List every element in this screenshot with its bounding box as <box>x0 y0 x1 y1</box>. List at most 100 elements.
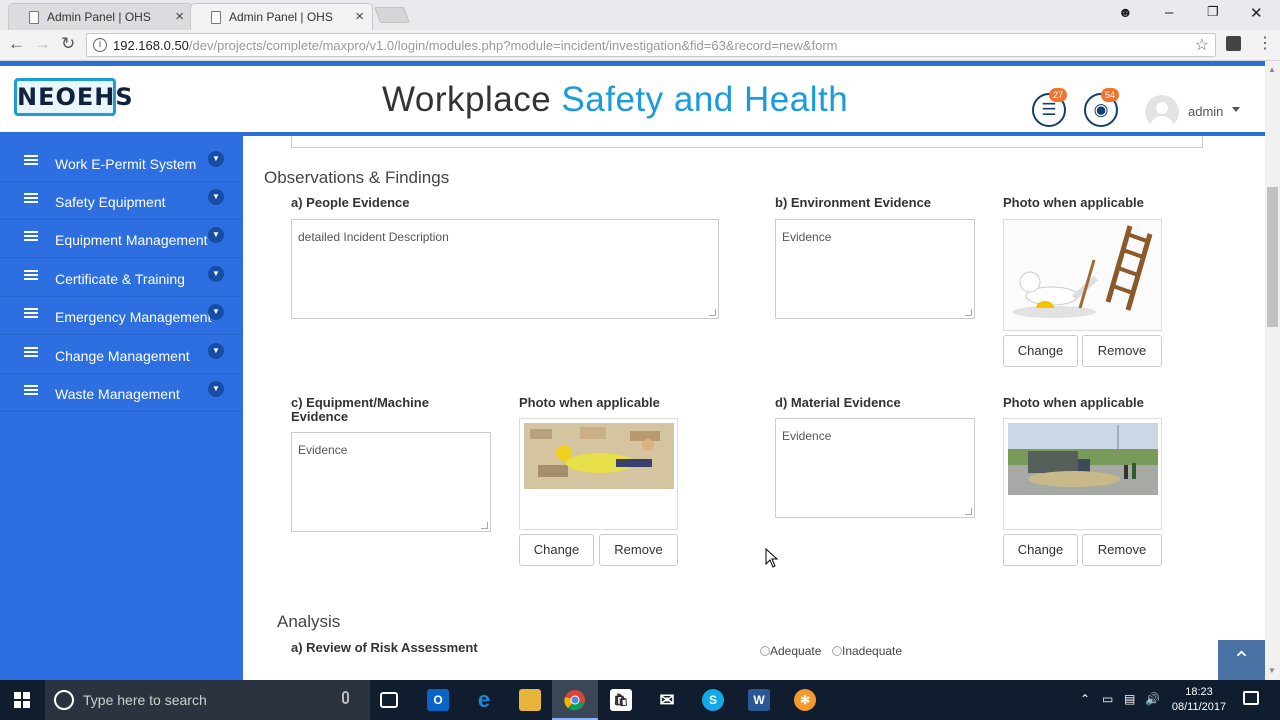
sidebar: Work E-Permit System ▼ Safety Equipment … <box>0 132 243 680</box>
chevron-down-icon[interactable]: ▼ <box>208 189 224 205</box>
extension-icon[interactable] <box>1226 36 1241 51</box>
chrome-taskbar-item[interactable] <box>552 680 598 720</box>
sidebar-item-certificate-training[interactable]: Certificate & Training ▼ <box>0 259 243 297</box>
equipment-change-button[interactable]: Change <box>519 534 594 566</box>
material-change-button[interactable]: Change <box>1003 534 1078 566</box>
equipment-evidence-label: c) Equipment/Machine Evidence <box>291 395 429 424</box>
back-to-top-button[interactable]: ⌃ <box>1218 640 1265 680</box>
windows-start-icon[interactable] <box>14 692 30 708</box>
store-icon[interactable]: 🛍 <box>610 689 632 711</box>
sidebar-item-label: Certificate & Training <box>55 271 185 287</box>
chevron-down-icon[interactable]: ▼ <box>208 381 224 397</box>
radio-label: Inadequate <box>842 644 903 658</box>
info-icon[interactable]: i <box>93 38 107 52</box>
material-remove-button[interactable]: Remove <box>1082 534 1162 566</box>
mail-icon[interactable]: ✉ <box>656 689 678 711</box>
forward-icon[interactable]: → <box>34 34 51 54</box>
chevron-down-icon[interactable] <box>1232 107 1240 112</box>
radio-circle-icon[interactable] <box>760 646 770 656</box>
close-tab-icon[interactable]: × <box>355 8 364 25</box>
close-window-icon[interactable]: ✕ <box>1250 4 1263 22</box>
word-icon[interactable]: W <box>748 689 770 711</box>
scroll-up-icon[interactable]: ▲ <box>1268 65 1276 74</box>
scroll-down-icon[interactable]: ▼ <box>1268 666 1276 675</box>
chevron-down-icon[interactable]: ▼ <box>208 266 224 282</box>
globe-badge: 54 <box>1101 88 1119 102</box>
taskbar-clock[interactable]: 18:23 08/11/2017 <box>1170 685 1228 715</box>
bookmark-star-icon[interactable]: ☆ <box>1195 35 1209 55</box>
back-icon[interactable]: ← <box>8 34 25 54</box>
title-part-1: Workplace <box>382 80 562 119</box>
people-evidence-field[interactable]: detailed Incident Description <box>291 219 719 319</box>
task-view-icon[interactable] <box>380 692 398 708</box>
risk-assessment-label: a) Review of Risk Assessment <box>291 640 478 655</box>
sidebar-item-label: Emergency Management <box>55 309 212 325</box>
page-title: Workplace Safety and Health <box>382 80 848 120</box>
avatar[interactable] <box>1145 95 1179 129</box>
taskbar-search[interactable]: Type here to search <box>45 680 370 720</box>
minimize-icon[interactable]: – <box>1165 4 1173 21</box>
address-bar[interactable]: i 192.168.0.50/dev/projects/complete/max… <box>86 33 1216 57</box>
sidebar-item-label: Waste Management <box>55 386 180 402</box>
radio-circle-icon[interactable] <box>832 646 842 656</box>
scrollbar-thumb[interactable] <box>1267 187 1278 327</box>
browser-tab-2[interactable]: Admin Panel | OHS × <box>190 3 373 30</box>
edge-icon[interactable]: e <box>473 689 495 711</box>
equipment-evidence-field[interactable]: Evidence <box>291 432 491 532</box>
network-icon[interactable]: ▤ <box>1124 692 1135 706</box>
sidebar-item-emergency-management[interactable]: Emergency Management ▼ <box>0 297 243 335</box>
sidebar-item-work-e-permit[interactable]: Work E-Permit System ▼ <box>0 144 243 182</box>
material-photo <box>1003 418 1162 530</box>
battery-icon[interactable]: ▭ <box>1102 692 1113 706</box>
radio-label: Adequate <box>770 644 822 658</box>
windows-taskbar: Type here to search O e 🛍 ✉ S W ✻ ⌃ ▭ ▤ … <box>0 680 1280 720</box>
sidebar-item-equipment-management[interactable]: Equipment Management ▼ <box>0 220 243 258</box>
sidebar-item-change-management[interactable]: Change Management ▼ <box>0 336 243 374</box>
material-evidence-label: d) Material Evidence <box>775 395 901 410</box>
taskbar-search-placeholder: Type here to search <box>83 692 207 708</box>
injured-worker-image <box>520 419 677 529</box>
chevron-down-icon[interactable]: ▼ <box>208 151 224 167</box>
clock-time: 18:23 <box>1185 686 1213 698</box>
outlook-icon[interactable]: O <box>427 689 449 711</box>
section-title-observations: Observations & Findings <box>264 168 450 187</box>
menu-dots-icon[interactable]: ⋮ <box>1257 33 1273 53</box>
chevron-down-icon[interactable]: ▼ <box>208 304 224 320</box>
new-tab-button[interactable] <box>374 7 410 23</box>
section-title-analysis: Analysis <box>277 612 341 631</box>
url-host: 192.168.0.50 <box>113 38 189 53</box>
chevron-down-icon[interactable]: ▼ <box>208 227 224 243</box>
file-explorer-icon[interactable] <box>519 689 541 711</box>
chevron-up-icon[interactable]: ⌃ <box>1080 692 1090 706</box>
browser-tab-1[interactable]: Admin Panel | OHS × <box>8 3 193 30</box>
environment-remove-button[interactable]: Remove <box>1082 335 1162 367</box>
radio-adequate[interactable]: Adequate <box>760 644 821 658</box>
close-tab-icon[interactable]: × <box>175 8 184 25</box>
radio-inadequate[interactable]: Inadequate <box>832 644 902 658</box>
environment-evidence-field[interactable]: Evidence <box>775 219 975 319</box>
chevron-down-icon[interactable]: ▼ <box>208 343 224 359</box>
reload-icon[interactable]: ↻ <box>61 34 75 54</box>
sidebar-item-label: Work E-Permit System <box>55 156 197 172</box>
microphone-icon[interactable] <box>342 691 349 704</box>
environment-evidence-label: b) Environment Evidence <box>775 195 932 210</box>
notification-icon[interactable] <box>1243 691 1259 705</box>
logo[interactable]: NEOEHS <box>14 78 133 116</box>
sidebar-item-waste-management[interactable]: Waste Management ▼ <box>0 374 243 412</box>
skype-icon[interactable]: S <box>702 689 724 711</box>
volume-icon[interactable]: 🔊 <box>1145 692 1160 706</box>
environment-change-button[interactable]: Change <box>1003 335 1078 367</box>
profile-icon[interactable]: ☻ <box>1118 4 1133 20</box>
user-menu[interactable]: admin <box>1188 104 1223 119</box>
url-path: /dev/projects/complete/maxpro/v1.0/login… <box>188 38 838 53</box>
app-icon[interactable]: ✻ <box>794 689 816 711</box>
previous-textarea[interactable] <box>291 136 1203 148</box>
environment-photo <box>1003 219 1162 331</box>
equipment-remove-button[interactable]: Remove <box>599 534 678 566</box>
material-evidence-field[interactable]: Evidence <box>775 418 975 518</box>
page-scrollbar[interactable]: ▲ ▼ <box>1265 61 1280 680</box>
sidebar-item-safety-equipment[interactable]: Safety Equipment ▼ <box>0 182 243 220</box>
tab-title: Admin Panel | OHS <box>229 10 333 24</box>
material-photo-label: Photo when applicable <box>1003 395 1144 410</box>
restore-icon[interactable]: ❐ <box>1207 4 1219 20</box>
